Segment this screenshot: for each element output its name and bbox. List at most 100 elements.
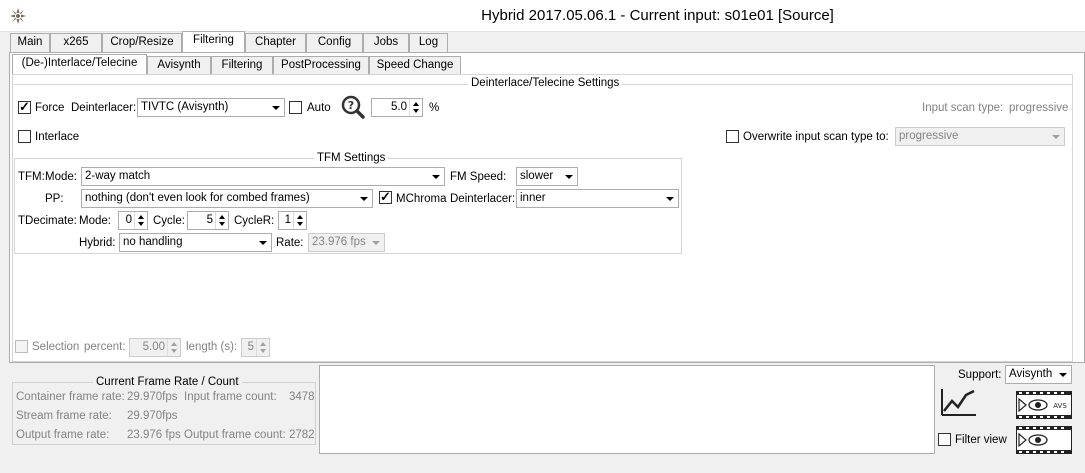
avs-preview-icon[interactable]: AVS [1016,391,1072,419]
output-frame-count-label: Output frame count: [184,429,286,441]
tfm-mode-select[interactable]: 2-way match [81,167,445,186]
container-frame-rate-value: 29.970fps [127,391,178,403]
frame-rate-group-title: Current Frame Rate / Count [93,376,242,389]
deinterlacer-select[interactable]: TIVTC (Avisynth) [137,98,285,117]
hybrid-label: Hybrid: [79,237,116,249]
tab-filtering[interactable]: Filtering [182,31,245,52]
force-checkbox[interactable] [18,99,31,115]
cycler-value: 1 [284,214,291,226]
input-scan-type-value: progressive [1009,102,1069,114]
chevron-down-icon [272,106,280,110]
output-frame-rate-label: Output frame rate: [16,429,110,441]
hybrid-value: no handling [123,236,183,248]
spin-arrows-icon[interactable] [215,212,228,229]
tab-crop-resize[interactable]: Crop/Resize [102,33,182,52]
selection-length-label: length (s): [186,341,238,353]
deinterlacer-value: TIVTC (Avisynth) [141,101,229,113]
td-mode-value: 0 [125,214,132,226]
subtab-speed-change[interactable]: Speed Change [369,56,461,75]
td-mode-label: Mode: [79,215,111,227]
chevron-down-icon [1052,135,1060,139]
filter-view-checkbox[interactable] [938,433,951,446]
spin-arrows-icon[interactable] [167,339,180,356]
output-frame-count-value: 2782 [289,429,315,441]
container-frame-rate-label: Container frame rate: [16,391,125,403]
stream-frame-rate-value: 29.970fps [127,410,178,422]
subtab-avisynth[interactable]: Avisynth [147,56,211,75]
support-label: Support: [958,369,1002,381]
pp-value: nothing (don't even look for combed fram… [85,192,310,204]
auto-label: Auto [307,102,331,114]
subtab-postprocessing[interactable]: PostProcessing [273,56,369,75]
log-text-area[interactable] [319,365,935,454]
selection-length-value: 5 [247,341,254,353]
selection-percent-value: 5.00 [142,341,165,353]
tab-x265[interactable]: x265 [50,33,102,52]
spin-arrows-icon[interactable] [409,99,422,116]
auto-checkbox[interactable] [289,101,302,114]
mchroma-checkbox[interactable] [379,189,392,205]
avs-badge: AVS [1053,402,1067,410]
selection-length-spinbox[interactable]: 5 [241,338,270,357]
threshold-value: 5.0 [391,101,407,113]
cycle-spinbox[interactable]: 5 [187,211,229,230]
spin-arrows-icon[interactable] [293,212,306,229]
rate-value: 23.976 fps [312,236,366,248]
graph-icon[interactable] [940,387,978,417]
chevron-down-icon [432,175,440,179]
support-select[interactable]: Avisynth [1005,365,1072,384]
pp-label: PP: [45,193,64,205]
svg-text:?: ? [348,99,354,112]
overwrite-scan-select[interactable]: progressive [895,127,1065,146]
chevron-down-icon [360,197,368,201]
spin-arrows-icon[interactable] [256,339,269,356]
cycle-value: 5 [206,214,213,226]
hybrid-select[interactable]: no handling [119,233,272,252]
fm-speed-label: FM Speed: [450,171,507,183]
pp-select[interactable]: nothing (don't even look for combed fram… [81,189,373,208]
td-mode-spinbox[interactable]: 0 [118,211,148,230]
tab-config[interactable]: Config [306,33,363,52]
selection-checkbox[interactable] [15,340,28,353]
cycler-spinbox[interactable]: 1 [278,211,307,230]
chevron-down-icon [259,241,267,245]
deint-group-title: Deinterlace/Telecine Settings [468,77,623,90]
overwrite-scan-value: progressive [899,130,959,142]
tfm-deinterlacer-value: inner [520,192,546,204]
tfm-mode-value: 2-way match [85,170,151,182]
tfm-deinterlacer-select[interactable]: inner [516,189,679,208]
tab-jobs[interactable]: Jobs [363,33,409,52]
stream-frame-rate-label: Stream frame rate: [16,410,112,422]
interlace-checkbox[interactable] [18,130,31,143]
overwrite-scan-checkbox[interactable] [726,130,739,143]
filter-preview-icon[interactable] [1016,426,1072,454]
tab-chapter[interactable]: Chapter [245,33,306,52]
fm-speed-select[interactable]: slower [516,167,578,186]
cycler-label: CycleR: [234,215,275,227]
spin-arrows-icon[interactable] [134,212,147,229]
threshold-spinbox[interactable]: 5.0 [371,98,423,117]
chevron-down-icon [1059,373,1067,377]
rate-select[interactable]: 23.976 fps [308,233,385,252]
selection-percent-spinbox[interactable]: 5.00 [129,338,181,357]
selection-percent-label: percent: [84,341,126,353]
tab-main[interactable]: Main [10,33,50,52]
mchroma-label: MChroma [396,193,447,205]
window-title: Hybrid 2017.05.06.1 - Current input: s01… [481,7,834,24]
input-frame-count-label: Input frame count: [184,391,277,403]
magnifier-help-icon[interactable]: ? [341,95,365,119]
filter-view-label: Filter view [955,434,1007,446]
overwrite-scan-label: Overwrite input scan type to: [743,131,889,143]
tab-log[interactable]: Log [409,33,448,52]
rate-label: Rate: [276,237,304,249]
tfm-mode-label: Mode: [45,171,77,183]
fm-speed-value: slower [520,170,554,182]
output-frame-rate-value: 23.976 fps [127,429,181,441]
subtab-deinterlace-telecine[interactable]: (De-)Interlace/Telecine [12,54,147,75]
subtab-filtering[interactable]: Filtering [211,56,273,75]
input-frame-count-value: 3478 [289,391,315,403]
tfm-label: TFM: [18,171,45,183]
deinterlacer-label: Deinterlacer: [71,102,137,114]
title-bar: Hybrid 2017.05.06.1 - Current input: s01… [0,0,1085,32]
selection-label: Selection [32,341,80,353]
